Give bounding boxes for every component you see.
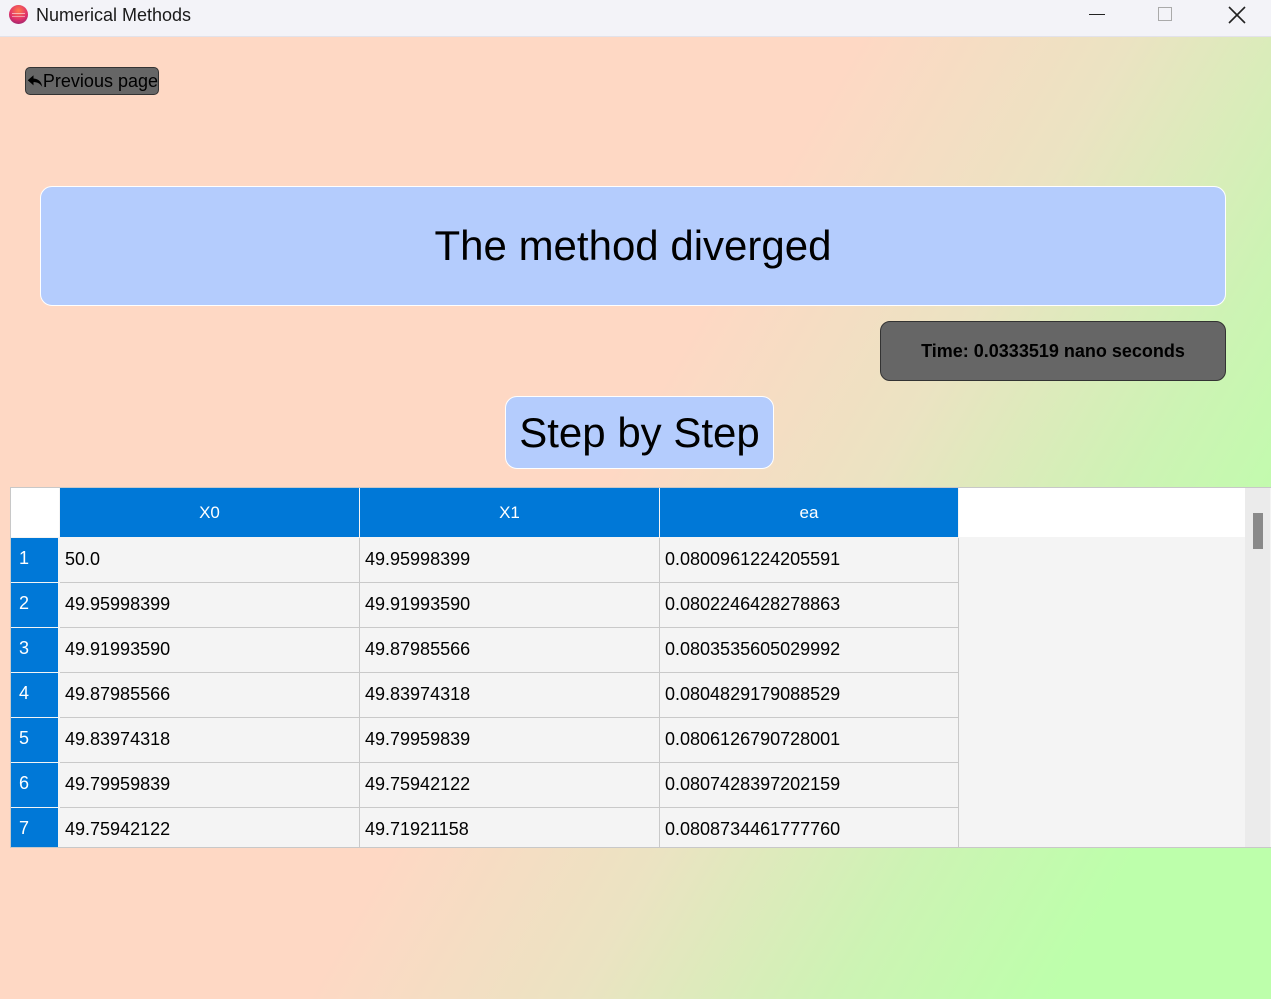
table-corner (11, 488, 59, 537)
previous-page-label: Previous page (42, 70, 158, 91)
cell-ea[interactable]: 0.0808734461777760 (660, 808, 959, 847)
cell-x0[interactable]: 49.75942122 (60, 808, 360, 847)
app-logo-icon (9, 5, 28, 24)
maximize-button[interactable] (1135, 0, 1195, 32)
cell-x1[interactable]: 49.83974318 (360, 673, 660, 718)
cell-ea[interactable]: 0.0800961224205591 (660, 538, 959, 583)
column-header-x0[interactable]: X0 (60, 488, 360, 537)
close-button[interactable] (1206, 0, 1266, 32)
cell-ea[interactable]: 0.0807428397202159 (660, 763, 959, 808)
row-header[interactable]: 6 (11, 763, 58, 808)
previous-page-button[interactable]: Previous page (25, 67, 159, 95)
header-filler (959, 488, 1245, 537)
minimize-button[interactable] (1066, 0, 1126, 32)
cell-x1[interactable]: 49.75942122 (360, 763, 660, 808)
cell-x0[interactable]: 50.0 (60, 538, 360, 583)
cell-ea[interactable]: 0.0802246428278863 (660, 583, 959, 628)
row-header[interactable]: 5 (11, 718, 58, 763)
cell-ea[interactable]: 0.0803535605029992 (660, 628, 959, 673)
close-icon (1228, 6, 1246, 24)
cell-x0[interactable]: 49.91993590 (60, 628, 360, 673)
cell-x0[interactable]: 49.87985566 (60, 673, 360, 718)
cell-ea[interactable]: 0.0806126790728001 (660, 718, 959, 763)
vertical-scrollbar[interactable] (1245, 488, 1270, 847)
row-header[interactable]: 7 (11, 808, 58, 847)
column-header-ea[interactable]: ea (660, 488, 959, 537)
iterations-table: X0 X1 ea 1 50.0 49.95998399 0.0800961224205… (10, 487, 1271, 848)
main-content: Previous page The method diverged Time: … (0, 37, 1271, 999)
cell-x1[interactable]: 49.91993590 (360, 583, 660, 628)
row-header[interactable]: 1 (11, 538, 58, 583)
cell-x0[interactable]: 49.83974318 (60, 718, 360, 763)
scrollbar-thumb[interactable] (1253, 513, 1263, 549)
step-by-step-button[interactable]: Step by Step (505, 396, 774, 469)
cell-x1[interactable]: 49.95998399 (360, 538, 660, 583)
cell-x1[interactable]: 49.79959839 (360, 718, 660, 763)
back-arrow-icon (27, 75, 43, 87)
cell-x0[interactable]: 49.79959839 (60, 763, 360, 808)
window-title: Numerical Methods (36, 5, 192, 25)
result-message: The method diverged (40, 186, 1226, 306)
time-display: Time: 0.0333519 nano seconds (880, 321, 1226, 381)
column-header-x1[interactable]: X1 (360, 488, 660, 537)
row-header[interactable]: 3 (11, 628, 58, 673)
cell-x1[interactable]: 49.87985566 (360, 628, 660, 673)
title-bar: Numerical Methods (0, 0, 1271, 37)
cell-x0[interactable]: 49.95998399 (60, 583, 360, 628)
cell-ea[interactable]: 0.0804829179088529 (660, 673, 959, 718)
row-header[interactable]: 4 (11, 673, 58, 718)
row-header[interactable]: 2 (11, 583, 58, 628)
cell-x1[interactable]: 49.71921158 (360, 808, 660, 847)
